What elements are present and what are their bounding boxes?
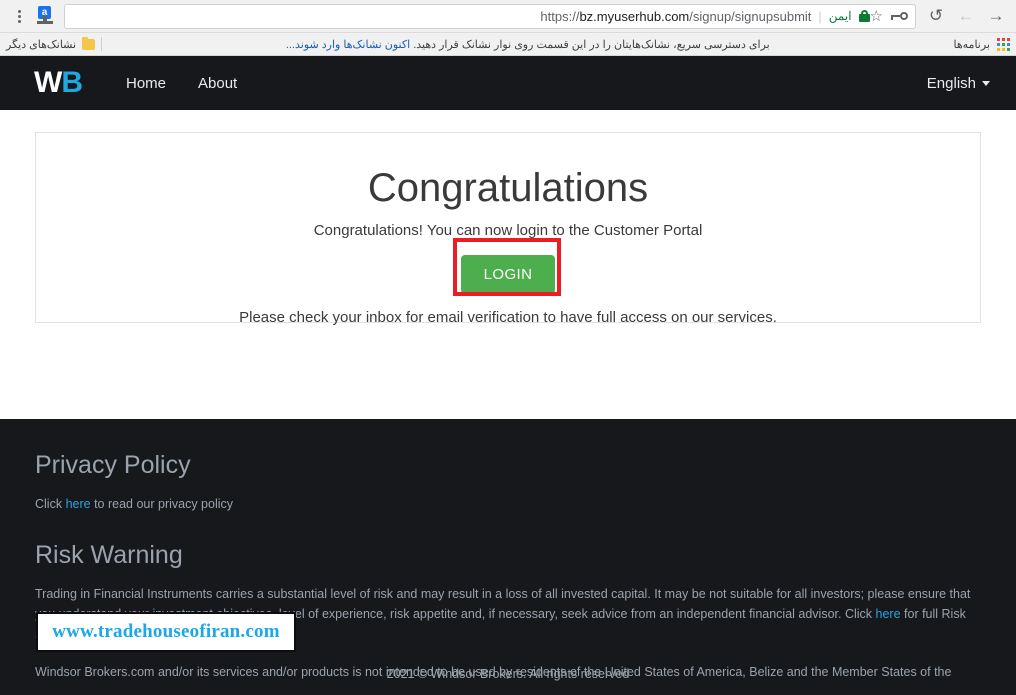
url-host: bz.myuserhub.com: [579, 8, 690, 24]
logo-letter-w: W: [34, 66, 62, 99]
login-button[interactable]: LOGIN: [460, 255, 556, 294]
apps-label: برنامه‌ها: [953, 38, 991, 51]
privacy-policy-heading: Privacy Policy: [35, 451, 191, 479]
bookmark-star-icon[interactable]: ☆: [870, 9, 883, 24]
logo-letter-b: B: [61, 66, 83, 99]
congratulations-card: Congratulations Congratulations! You can…: [35, 132, 981, 326]
bookmark-hint: برای دسترسی سریع، نشانک‌هایتان را در این…: [102, 38, 953, 51]
card-note: Please check your inbox for email verifi…: [239, 309, 777, 326]
navigation-buttons: ↺ ← →: [922, 2, 1010, 30]
nav-link-about[interactable]: About: [198, 75, 237, 92]
privacy-policy-text: Click here to read our privacy policy: [35, 494, 981, 515]
watermark-overlay: www.tradehouseofiran.com: [36, 612, 296, 652]
language-selector[interactable]: English: [927, 75, 990, 92]
password-key-icon[interactable]: [891, 10, 909, 22]
apps-shortcut[interactable]: برنامه‌ها: [953, 37, 1010, 51]
reload-icon[interactable]: ↺: [922, 2, 950, 30]
omnibox-divider: |: [818, 8, 822, 24]
chevron-down-icon: [982, 80, 990, 86]
main-content: Congratulations Congratulations! You can…: [0, 110, 1016, 419]
page-title: Congratulations: [367, 166, 649, 210]
watermark-text: www.tradehouseofiran.com: [52, 621, 280, 642]
folder-icon: [82, 36, 96, 50]
secure-label: ایمن: [828, 9, 852, 23]
browser-toolbar: a ☆ https://bz.myuserhub.com/signup/sign…: [0, 0, 1016, 33]
back-icon[interactable]: ←: [952, 2, 980, 30]
site-footer: Privacy Policy Click here to read our pr…: [0, 419, 1016, 695]
card-subtitle: Congratulations! You can now login to th…: [313, 222, 703, 239]
language-label: English: [926, 74, 976, 92]
nav-links: Home About: [126, 75, 237, 92]
apps-grid-icon: [997, 37, 1010, 51]
bookmark-hint-text: برای دسترسی سریع، نشانک‌هایتان را در این…: [413, 38, 770, 51]
privacy-policy-link[interactable]: here: [66, 497, 91, 511]
extension-icon[interactable]: a: [32, 3, 58, 29]
forward-icon[interactable]: →: [982, 2, 1010, 30]
other-bookmarks[interactable]: نشانک‌های دیگر: [6, 36, 103, 51]
address-bar[interactable]: ☆ https://bz.myuserhub.com/signup/signup…: [64, 3, 916, 29]
address-bar-url: https://bz.myuserhub.com/signup/signupsu…: [540, 9, 811, 24]
url-path: /signup/signupsubmit: [689, 8, 812, 24]
privacy-text-after: to read our privacy policy: [90, 497, 234, 511]
bookmark-divider: [101, 37, 103, 51]
bookmark-import-link[interactable]: اکنون نشانک‌ها وارد شوند...: [286, 39, 410, 51]
kebab-menu-icon[interactable]: [6, 3, 32, 29]
site-navbar: WB Home About English: [0, 56, 1016, 110]
other-bookmarks-label: نشانک‌های دیگر: [6, 38, 77, 51]
copyright-text: 2021 © Windsor Brokers. All rights reser…: [386, 667, 630, 681]
risk-statement-link[interactable]: here: [876, 607, 901, 621]
lock-icon[interactable]: [858, 10, 870, 22]
site-logo[interactable]: WB: [34, 66, 83, 99]
risk-warning-heading: Risk Warning: [35, 540, 183, 569]
nav-link-home[interactable]: Home: [126, 75, 166, 92]
bookmark-bar: برنامه‌ها برای دسترسی سریع، نشانک‌هایتان…: [0, 33, 1016, 56]
privacy-text-before: Click: [35, 497, 66, 511]
url-scheme: https://: [540, 8, 580, 24]
